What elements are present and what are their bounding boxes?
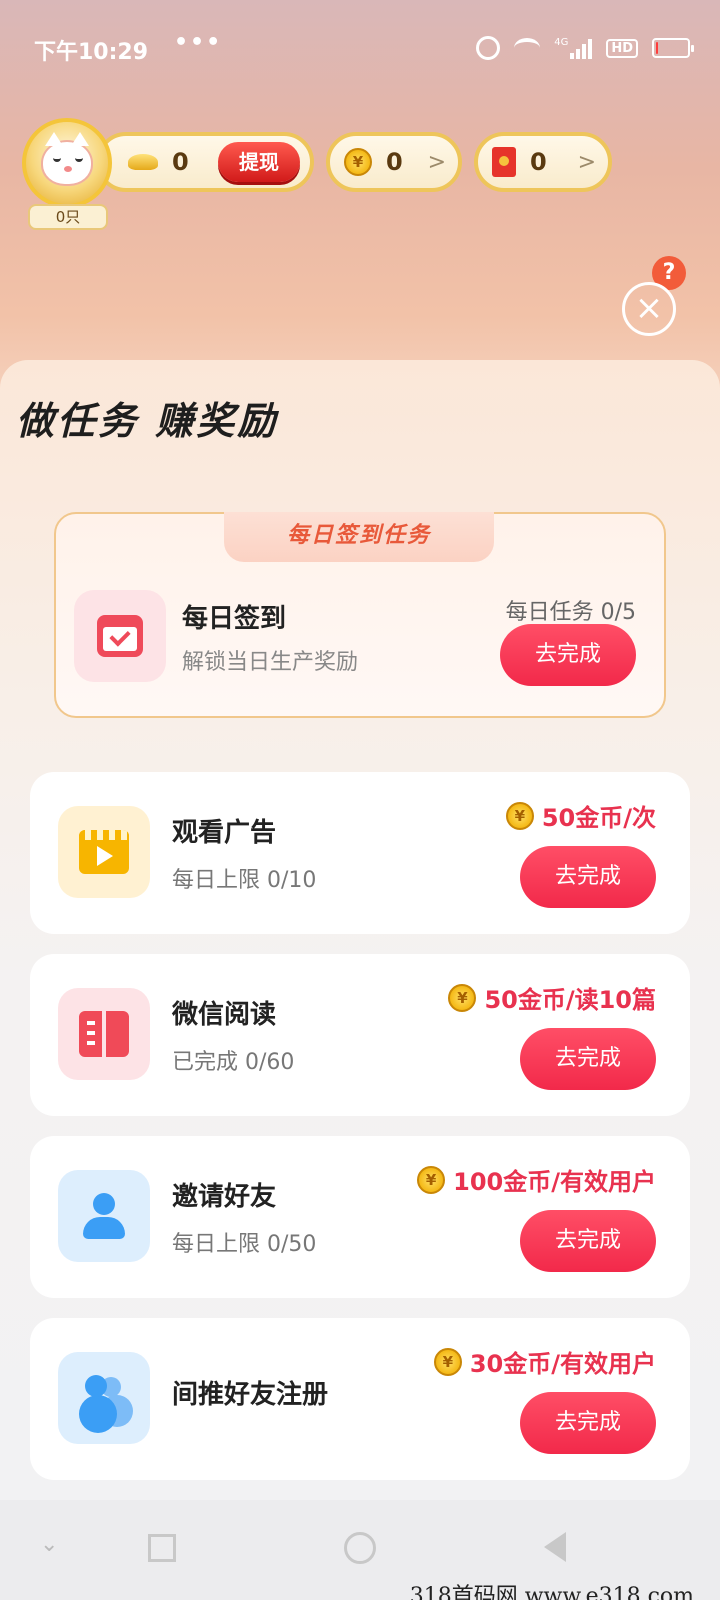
coin-icon: ¥ — [448, 983, 477, 1012]
coin-icon: ¥ — [417, 1165, 446, 1194]
red-packet-value: 0 — [530, 148, 547, 176]
gold-ingot-icon — [128, 154, 158, 170]
back-button[interactable] — [544, 1532, 566, 1562]
avatar-count-badge: 0只 — [28, 204, 108, 230]
daily-checkin-subtitle: 解锁当日生产奖励 — [182, 650, 359, 675]
coin-balance-pill[interactable]: ¥ 0 > — [326, 132, 462, 192]
daily-task-progress: 每日任务 0/5 — [505, 600, 636, 625]
daily-checkin-go-button[interactable]: 去完成 — [500, 624, 636, 686]
task-go-button[interactable]: 去完成 — [520, 1392, 656, 1454]
chevron-down-icon[interactable]: ⌄ — [40, 1532, 58, 1557]
withdraw-button[interactable]: 提现 — [218, 142, 300, 182]
coin-balance-value: 0 — [386, 148, 403, 176]
task-go-button[interactable]: 去完成 — [520, 1028, 656, 1090]
task-title: 微信阅读 — [172, 1000, 277, 1030]
task-reward-text: 100金币/有效用户 — [453, 1168, 656, 1196]
task-title: 间推好友注册 — [172, 1380, 329, 1410]
task-card-invite-friends: 邀请好友 每日上限 0/50 ¥ 100金币/有效用户 去完成 — [30, 1136, 690, 1298]
home-button[interactable] — [344, 1532, 376, 1564]
task-title: 邀请好友 — [172, 1182, 277, 1212]
task-card-indirect-referral: 间推好友注册 ¥ 30金币/有效用户 去完成 — [30, 1318, 690, 1480]
task-reward-text: 50金币/读10篇 — [484, 986, 656, 1014]
task-subtitle: 已完成 0/60 — [172, 1050, 295, 1075]
gold-balance-value: 0 — [172, 148, 189, 176]
task-icon-box — [58, 1352, 150, 1444]
lucky-cat-icon — [41, 132, 93, 186]
system-nav-bar: ⌄ 318首码网 www.e318.com — [0, 1500, 720, 1600]
daily-checkin-tab: 每日签到任务 — [224, 512, 494, 562]
status-icons: 4G HD — [476, 36, 694, 60]
people-icon — [77, 1373, 131, 1423]
task-reward-text: 30金币/有效用户 — [469, 1350, 656, 1378]
gold-balance-pill: 0 提现 — [96, 132, 314, 192]
avatar[interactable] — [22, 118, 112, 208]
network-type: 4G — [554, 37, 569, 48]
battery-level — [656, 42, 658, 54]
task-icon-box — [58, 1170, 150, 1262]
task-go-button[interactable]: 去完成 — [520, 1210, 656, 1272]
status-more-dots: ••• — [174, 30, 223, 55]
alarm-icon — [476, 36, 501, 60]
chevron-right-icon: > — [427, 150, 446, 175]
task-reward: ¥ 50金币/读10篇 — [448, 980, 656, 1015]
task-icon-box — [58, 806, 150, 898]
recent-apps-button[interactable] — [148, 1534, 176, 1562]
coin-icon: ¥ — [433, 1347, 462, 1376]
red-packet-pill[interactable]: 0 > — [474, 132, 612, 192]
task-go-button[interactable]: 去完成 — [520, 846, 656, 908]
daily-checkin-icon-box — [74, 590, 166, 682]
battery-icon — [652, 38, 694, 58]
chevron-right-icon: > — [577, 150, 596, 175]
book-icon — [79, 1011, 129, 1057]
daily-checkin-title: 每日签到 — [182, 604, 287, 634]
coin-icon: ¥ — [344, 148, 372, 176]
task-reward-text: 50金币/次 — [541, 804, 656, 832]
person-icon — [79, 1191, 129, 1241]
watermark: 318首码网 www.e318.com — [409, 1584, 694, 1600]
video-icon — [79, 830, 129, 874]
hd-badge: HD — [606, 38, 638, 58]
status-bar: 下午10:29 ••• 4G HD — [0, 0, 720, 96]
task-title: 观看广告 — [172, 818, 277, 848]
wifi-icon — [514, 38, 541, 58]
task-reward: ¥ 100金币/有效用户 — [417, 1162, 656, 1197]
task-panel: 做任务 赚奖励 每日签到任务 每日签到 解锁当日生产奖励 每日任务 0/5 去完… — [0, 360, 720, 1500]
task-subtitle: 每日上限 0/50 — [172, 1232, 317, 1257]
panel-title: 做任务 赚奖励 — [16, 399, 279, 443]
task-subtitle: 每日上限 0/10 — [172, 868, 317, 893]
close-icon[interactable]: × — [622, 282, 676, 336]
task-reward: ¥ 30金币/有效用户 — [433, 1344, 656, 1379]
red-envelope-icon — [492, 147, 516, 177]
status-time: 下午10:29 — [34, 40, 149, 65]
task-card-watch-ad: 观看广告 每日上限 0/10 ¥ 50金币/次 去完成 — [30, 772, 690, 934]
signal-icon: 4G — [554, 37, 593, 59]
daily-checkin-card: 每日签到任务 每日签到 解锁当日生产奖励 每日任务 0/5 去完成 — [54, 512, 666, 718]
task-reward: ¥ 50金币/次 — [505, 798, 656, 833]
coin-icon: ¥ — [505, 801, 534, 830]
task-icon-box — [58, 988, 150, 1080]
avatar-block[interactable]: 0只 — [22, 118, 112, 230]
task-card-wechat-read: 微信阅读 已完成 0/60 ¥ 50金币/读10篇 去完成 — [30, 954, 690, 1116]
calendar-icon — [97, 615, 143, 657]
